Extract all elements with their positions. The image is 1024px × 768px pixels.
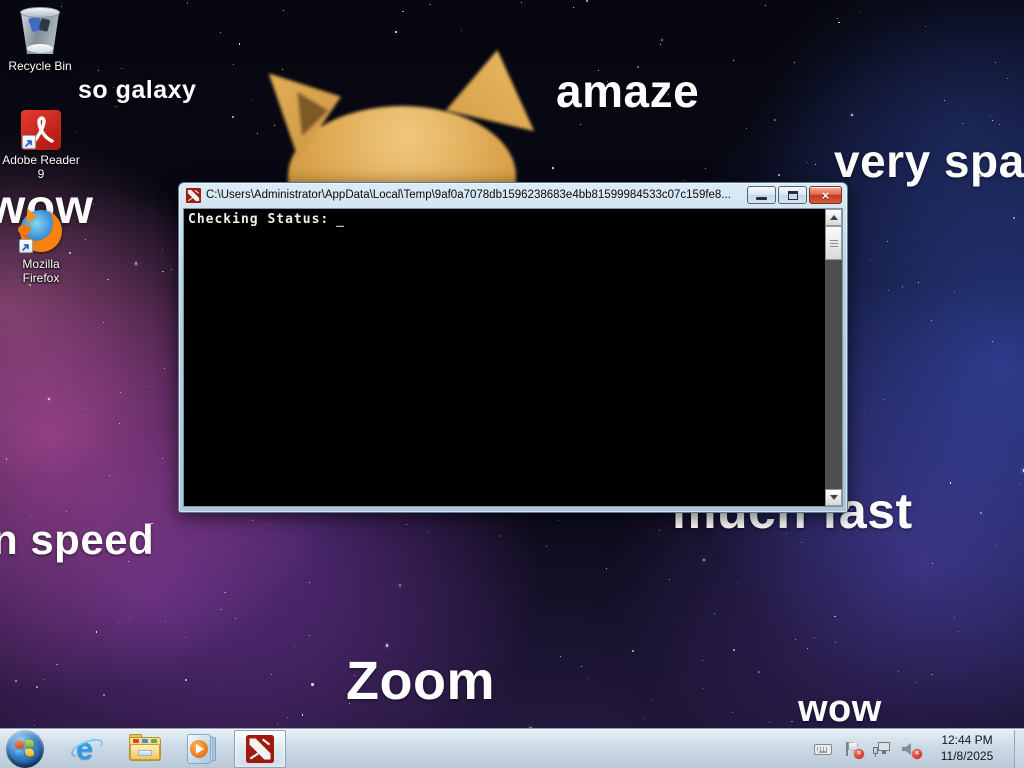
taskbar-clock[interactable]: 12:44 PM 11/8/2025 [930, 733, 1006, 764]
show-desktop-button[interactable] [1014, 730, 1024, 768]
clock-time: 12:44 PM [930, 733, 1004, 749]
taskbar-item-internet-explorer[interactable]: e [58, 730, 116, 768]
wallpaper-caption-very-space: very spac [834, 134, 1024, 188]
scroll-down-button[interactable] [825, 489, 842, 506]
maximize-icon [788, 191, 798, 200]
wallpaper-caption-n-speed: n speed [0, 516, 154, 564]
scrollbar-track[interactable] [825, 260, 842, 489]
grip-icon [830, 240, 838, 247]
volume-muted-icon[interactable]: × [901, 741, 919, 757]
error-badge-icon: × [854, 749, 864, 759]
clock-date: 11/8/2025 [930, 749, 1004, 765]
shortcut-arrow-icon [22, 135, 36, 149]
keyboard-input-icon[interactable] [814, 741, 832, 757]
down-arrow-icon [830, 495, 838, 500]
desktop-icon-adobe-reader[interactable]: Adobe Reader 9 [1, 110, 81, 182]
internet-explorer-icon: e [71, 734, 103, 764]
desktop-icon-label: Mozilla Firefox [13, 257, 69, 286]
taskbar-item-dota2-active[interactable] [234, 730, 286, 768]
folder-icon [129, 737, 161, 761]
doge-head [262, 50, 538, 184]
recycle-bin-icon [17, 6, 63, 56]
dota2-icon [246, 735, 274, 763]
windows-flag-icon [15, 739, 35, 759]
console-text: Checking Status: [188, 212, 329, 227]
maximize-button[interactable] [778, 186, 807, 204]
minimize-button[interactable] [747, 186, 776, 204]
console-window: C:\Users\Administrator\AppData\Local\Tem… [178, 182, 848, 513]
console-output[interactable]: Checking Status: _ [184, 209, 825, 506]
up-arrow-icon [830, 215, 838, 220]
wallpaper-caption-amaze: amaze [556, 64, 699, 118]
taskbar-item-media-player[interactable] [174, 730, 232, 768]
scrollbar[interactable] [825, 209, 842, 506]
scrollbar-thumb[interactable] [825, 226, 842, 260]
start-button[interactable] [6, 730, 44, 768]
wallpaper-caption-wow-bottom: wow [798, 688, 882, 731]
taskbar: e × [0, 729, 1024, 768]
dota2-icon [186, 188, 201, 203]
mute-badge-icon: × [912, 749, 922, 759]
close-button[interactable]: × [809, 186, 842, 204]
network-icon[interactable] [872, 741, 890, 757]
action-center-icon[interactable]: × [843, 741, 861, 757]
window-titlebar[interactable]: C:\Users\Administrator\AppData\Local\Tem… [179, 183, 847, 207]
minimize-icon [756, 197, 767, 200]
taskbar-item-windows-explorer[interactable] [116, 730, 174, 768]
adobe-reader-icon [21, 110, 61, 150]
window-title: C:\Users\Administrator\AppData\Local\Tem… [206, 189, 743, 201]
desktop-icon-firefox[interactable]: Mozilla Firefox [1, 208, 81, 286]
desktop-icon-label: Adobe Reader 9 [1, 153, 81, 182]
scroll-up-button[interactable] [825, 209, 842, 226]
desktop-icon-recycle-bin[interactable]: Recycle Bin [0, 6, 80, 73]
system-tray: × × 12:44 PM 11/8/2025 [814, 733, 1014, 764]
wallpaper-caption-zoom: Zoom [346, 650, 495, 712]
wallpaper-caption-so-galaxy: so galaxy [78, 76, 196, 105]
firefox-icon [18, 208, 64, 254]
desktop-icon-label: Recycle Bin [0, 59, 80, 73]
console-cursor: _ [336, 213, 345, 228]
shortcut-arrow-icon [19, 239, 33, 253]
media-player-icon [187, 734, 219, 764]
close-icon: × [822, 189, 830, 202]
